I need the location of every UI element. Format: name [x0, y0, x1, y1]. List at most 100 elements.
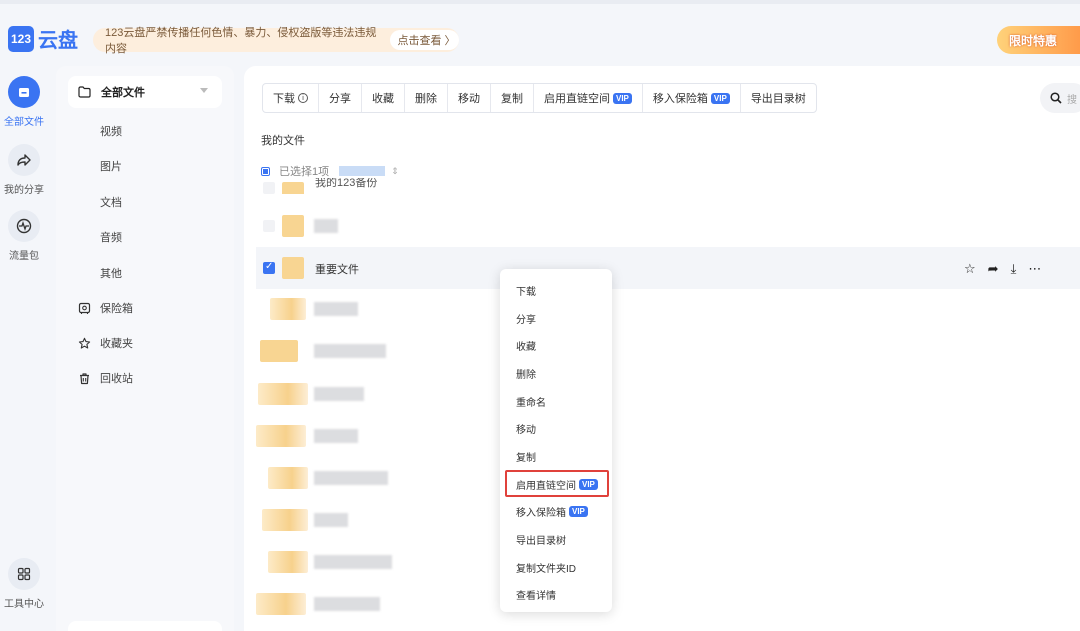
trash-icon [80, 372, 89, 384]
table-row[interactable] [256, 330, 1080, 372]
table-row-selected[interactable]: 重要文件 ☆ ➦ ⤓ ⋯ [256, 247, 1080, 289]
nav-item-safe[interactable]: 保险箱 [78, 300, 133, 316]
file-name: 我的123备份 [315, 178, 378, 189]
favorite-button[interactable]: 收藏 [362, 84, 405, 112]
folder-icon [270, 298, 306, 320]
blurred-file-name [314, 555, 392, 569]
download-button[interactable]: 下载 i [263, 84, 319, 112]
menu-item-share[interactable]: 分享 [516, 311, 536, 326]
rail-label: 流量包 [9, 251, 39, 262]
safe-icon [78, 302, 91, 314]
row-checkbox[interactable] [263, 182, 275, 194]
table-row[interactable] [256, 457, 1080, 499]
vip-badge: VIP [569, 506, 588, 517]
folder-icon [8, 76, 40, 108]
blurred-file-name [314, 387, 364, 401]
table-row[interactable]: 我的123备份 [256, 178, 1080, 194]
star-icon[interactable]: ☆ [964, 261, 976, 277]
notice-view-link[interactable]: 点击查看 〉 [390, 30, 459, 50]
folder-icon [256, 425, 306, 447]
breadcrumb[interactable]: 我的文件 [261, 132, 305, 148]
row-actions: ☆ ➦ ⤓ ⋯ [964, 261, 1041, 277]
folder-outline-icon [78, 86, 91, 98]
more-icon[interactable]: ⋯ [1028, 261, 1041, 277]
copy-button[interactable]: 复制 [491, 84, 534, 112]
menu-item-export-tree[interactable]: 导出目录树 [516, 532, 566, 547]
menu-item-rename[interactable]: 重命名 [516, 394, 546, 409]
logo-text: 云盘 [38, 28, 78, 52]
rail-item-tool-center[interactable]: 工具中心 [0, 558, 48, 610]
nav-all-files[interactable]: 全部文件 [68, 76, 222, 108]
table-row[interactable] [256, 205, 1080, 247]
select-all-checkbox[interactable] [261, 166, 270, 176]
share-button[interactable]: 分享 [319, 84, 362, 112]
menu-item-copy-folder-id[interactable]: 复制文件夹ID [516, 560, 576, 575]
folder-icon [268, 551, 308, 573]
download-label: 下载 [273, 93, 295, 105]
direct-link-button[interactable]: 启用直链空间 VIP [534, 84, 643, 112]
notice-banner: 123云盘严禁传播任何色情、暴力、侵权盗版等违法违规内容 点击查看 〉 [93, 27, 459, 55]
share-icon [8, 144, 40, 176]
menu-item-delete[interactable]: 删除 [516, 366, 536, 381]
table-row[interactable] [256, 583, 1080, 625]
blurred-file-name [314, 429, 358, 443]
blurred-file-name [314, 597, 380, 611]
nav-label: 保险箱 [100, 303, 133, 315]
table-row[interactable] [256, 499, 1080, 541]
context-menu: 下载 分享 收藏 删除 重命名 移动 复制 启用直链空间 VIP 移入保险箱 V… [500, 269, 612, 612]
table-row[interactable] [256, 541, 1080, 583]
nav-item-audio[interactable]: 音频 [100, 229, 122, 245]
folder-icon [260, 340, 298, 362]
folder-icon [282, 215, 304, 237]
app-logo[interactable]: 123 云盘 [8, 24, 78, 53]
highlight-box [505, 470, 609, 497]
move-button[interactable]: 移动 [448, 84, 491, 112]
rail-label: 全部文件 [4, 117, 44, 128]
nav-item-favorites[interactable]: 收藏夹 [78, 335, 133, 351]
export-tree-button[interactable]: 导出目录树 [741, 84, 816, 112]
promo-banner[interactable]: 限时特惠 [997, 26, 1080, 54]
nav-head-label: 全部文件 [101, 87, 145, 99]
menu-item-move-to-safe[interactable]: 移入保险箱 VIP [516, 504, 588, 519]
selection-bar: 已选择1项 ⇕ [261, 163, 399, 179]
delete-button[interactable]: 删除 [405, 84, 448, 112]
rail-item-traffic[interactable]: 流量包 [0, 210, 48, 262]
nav-item-document[interactable]: 文档 [100, 194, 122, 210]
search-placeholder: 搜 [1067, 94, 1077, 106]
download-icon[interactable]: ⤓ [1011, 261, 1017, 277]
rail-item-my-share[interactable]: 我的分享 [0, 144, 48, 196]
table-row[interactable] [256, 415, 1080, 457]
left-rail: 全部文件 我的分享 流量包 工具中心 [0, 66, 48, 631]
blurred-file-name [314, 219, 338, 233]
selection-count: 已选择1项 [279, 166, 330, 178]
blurred-column-header [339, 166, 386, 176]
logo-mark: 123 [8, 25, 34, 52]
vip-badge: VIP [710, 92, 730, 104]
nav-label: 回收站 [100, 373, 133, 385]
nav-item-other[interactable]: 其他 [100, 265, 122, 281]
menu-item-move[interactable]: 移动 [516, 421, 536, 436]
rail-label: 我的分享 [4, 185, 44, 196]
row-checkbox[interactable] [263, 261, 275, 274]
nav-item-recycle-bin[interactable]: 回收站 [78, 370, 133, 386]
move-to-safe-button[interactable]: 移入保险箱 VIP [643, 84, 741, 112]
nav-item-video[interactable]: 视频 [100, 123, 122, 139]
sort-icon[interactable]: ⇕ [391, 166, 399, 177]
nav-label: 收藏夹 [100, 338, 133, 350]
rail-item-all-files[interactable]: 全部文件 [0, 76, 48, 128]
folder-icon [282, 182, 304, 194]
menu-item-download[interactable]: 下载 [516, 283, 536, 298]
menu-item-details[interactable]: 查看详情 [516, 587, 556, 602]
folder-icon [268, 467, 308, 489]
search-input[interactable]: 搜 [1040, 83, 1080, 113]
table-row[interactable] [256, 288, 1080, 330]
chevron-down-icon[interactable] [200, 88, 208, 93]
folder-icon [258, 383, 308, 405]
nav-item-image[interactable]: 图片 [100, 158, 122, 174]
menu-item-favorite[interactable]: 收藏 [516, 338, 536, 353]
table-row[interactable] [256, 373, 1080, 415]
menu-item-copy[interactable]: 复制 [516, 449, 536, 464]
row-checkbox[interactable] [263, 220, 275, 232]
action-toolbar: 下载 i 分享 收藏 删除 移动 复制 启用直链空间 VIP 移入保险箱 VIP… [262, 83, 817, 113]
share-icon[interactable]: ➦ [988, 261, 999, 277]
